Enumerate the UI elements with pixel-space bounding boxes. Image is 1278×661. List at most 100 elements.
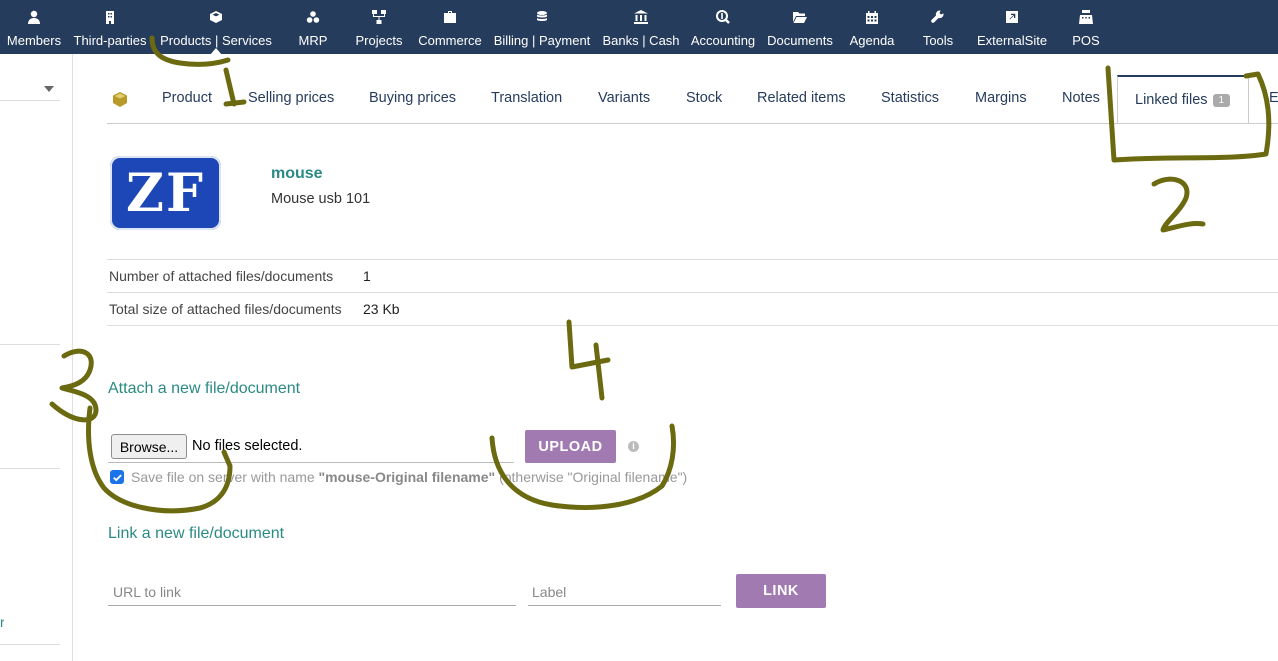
tab-linked-files[interactable]: Linked files 1: [1117, 75, 1249, 123]
menu-third-parties[interactable]: Third-parties: [70, 0, 150, 54]
tabs-baseline: [107, 123, 1278, 124]
menu-pos[interactable]: POS: [1068, 0, 1104, 54]
menu-agenda[interactable]: Agenda: [846, 0, 898, 54]
url-input-underline: [108, 605, 516, 606]
save-name-suffix: (otherwise "Original filename"): [495, 469, 688, 485]
product-ref: mouse: [271, 165, 323, 182]
cubes-icon: [306, 10, 320, 24]
save-name-filename: "mouse-Original filename": [318, 469, 496, 485]
menu-third-parties-label: Third-parties: [73, 33, 147, 48]
cash-register-icon: [1079, 10, 1093, 24]
sitemap-icon: [372, 10, 386, 24]
briefcase-icon: [443, 10, 457, 24]
product-logo: ZF: [110, 156, 221, 230]
info-icon[interactable]: i: [628, 441, 639, 452]
browse-button[interactable]: Browse...: [111, 434, 187, 459]
tab-product[interactable]: Product: [162, 90, 212, 106]
menu-externalsite[interactable]: ExternalSite: [970, 0, 1054, 54]
file-input-underline: [108, 462, 514, 463]
menu-commerce-label: Commerce: [418, 33, 482, 48]
sidebar-select-underline: [0, 100, 60, 101]
menu-documents[interactable]: Documents: [764, 0, 836, 54]
upload-button[interactable]: UPLOAD: [525, 430, 616, 463]
wrench-icon: [931, 10, 945, 24]
coins-icon: [535, 10, 549, 24]
sidebar-divider: [0, 468, 60, 469]
product-logo-text: ZF: [126, 162, 205, 224]
active-menu-caret: [210, 48, 222, 55]
sidebar-divider: [0, 644, 60, 645]
attach-section-title: Attach a new file/document: [108, 380, 301, 397]
menu-externalsite-label: ExternalSite: [976, 33, 1048, 48]
menu-documents-label: Documents: [767, 33, 833, 48]
tab-translation[interactable]: Translation: [491, 90, 562, 106]
menu-agenda-label: Agenda: [849, 33, 895, 48]
product-cube-icon: [113, 92, 127, 107]
url-input[interactable]: URL to link: [113, 584, 181, 600]
menu-projects[interactable]: Projects: [350, 0, 408, 54]
menu-mrp-label: MRP: [298, 33, 328, 48]
menu-accounting[interactable]: Accounting: [688, 0, 758, 54]
tab-buying-prices[interactable]: Buying prices: [369, 90, 456, 106]
menu-tools-label: Tools: [922, 33, 954, 48]
tab-selling-prices[interactable]: Selling prices: [248, 90, 334, 106]
tab-notes[interactable]: Notes: [1062, 90, 1100, 106]
user-icon: [27, 10, 41, 24]
folder-open-icon: [793, 10, 807, 24]
bank-icon: [634, 10, 648, 24]
menu-tools[interactable]: Tools: [916, 0, 960, 54]
attached-size-value: 23 Kb: [363, 301, 400, 317]
info-divider: [107, 325, 1278, 326]
annotation-digit-1: [223, 67, 247, 107]
search-dollar-icon: [716, 10, 730, 24]
link-button[interactable]: LINK: [736, 574, 826, 608]
sidebar-clipped-link[interactable]: r: [0, 614, 4, 632]
menu-accounting-label: Accounting: [690, 33, 756, 48]
save-name-prefix: Save file on server with name: [131, 469, 319, 485]
external-link-icon: [1005, 10, 1019, 24]
tab-stock[interactable]: Stock: [686, 90, 722, 106]
menu-billing-payment-label: Billing | Payment: [493, 33, 591, 48]
save-name-checkbox[interactable]: [110, 470, 124, 484]
annotation-digit-2: [1151, 176, 1206, 233]
link-section-title: Link a new file/document: [108, 525, 285, 542]
menu-projects-label: Projects: [355, 33, 403, 48]
menu-billing-payment[interactable]: Billing | Payment: [490, 0, 594, 54]
menu-banks-cash[interactable]: Banks | Cash: [598, 0, 684, 54]
menu-members-label: Members: [6, 33, 62, 48]
no-file-selected-text: No files selected.: [192, 438, 303, 454]
sidebar-divider: [0, 344, 60, 345]
checkmark-icon: [112, 473, 122, 481]
annotation-3-curve: [86, 405, 233, 514]
info-divider: [107, 259, 1278, 260]
tab-margins[interactable]: Margins: [975, 90, 1027, 106]
building-icon: [103, 10, 117, 24]
save-name-text: Save file on server with name "mouse-Ori…: [131, 469, 687, 485]
cube-icon: [209, 10, 223, 24]
menu-products-services-label: Products | Services: [160, 33, 272, 48]
menu-banks-cash-label: Banks | Cash: [602, 33, 680, 48]
calendar-icon: [865, 10, 879, 24]
menu-pos-label: POS: [1072, 33, 1100, 48]
menu-mrp[interactable]: MRP: [290, 0, 336, 54]
tab-variants[interactable]: Variants: [598, 90, 650, 106]
attached-size-label: Total size of attached files/documents: [109, 301, 342, 317]
tab-overflow[interactable]: E: [1269, 90, 1278, 106]
info-divider: [107, 292, 1278, 293]
product-label: Mouse usb 101: [271, 191, 371, 207]
attached-count-value: 1: [363, 268, 371, 284]
linked-files-count-badge: 1: [1212, 93, 1231, 107]
menu-commerce[interactable]: Commerce: [415, 0, 485, 54]
label-input[interactable]: Label: [532, 584, 566, 600]
top-menu-bar: Members Third-parties Products | Service…: [0, 0, 1278, 55]
chevron-down-icon[interactable]: [44, 86, 54, 92]
menu-products-services[interactable]: Products | Services: [156, 0, 276, 55]
label-input-underline: [528, 605, 721, 606]
tab-related-items[interactable]: Related items: [757, 90, 846, 106]
tab-statistics[interactable]: Statistics: [881, 90, 939, 106]
left-sidebar: r: [0, 54, 73, 661]
tab-linked-files-label: Linked files: [1135, 92, 1208, 108]
annotation-digit-4: [566, 319, 611, 401]
attached-count-label: Number of attached files/documents: [109, 268, 334, 284]
menu-members[interactable]: Members: [5, 0, 63, 54]
